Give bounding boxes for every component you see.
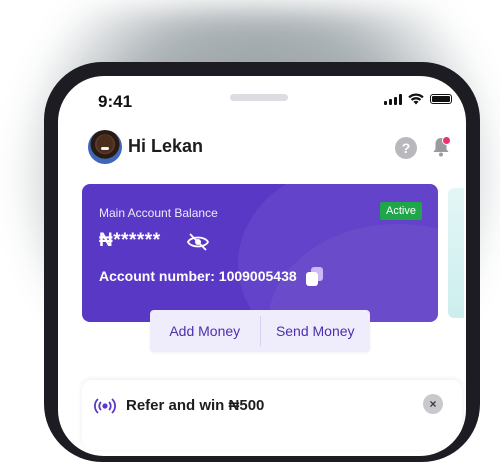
add-money-button[interactable]: Add Money (150, 323, 260, 339)
greeting: Hi Lekan (128, 136, 204, 156)
battery-icon (430, 94, 452, 104)
wifi-icon (408, 93, 424, 105)
copy-icon[interactable] (304, 265, 326, 287)
status-badge: Active (380, 202, 422, 220)
balance-card: Main Account Balance Active ₦****** Acco… (82, 184, 438, 322)
status-time: 9:41 (98, 92, 133, 111)
balance-amount: ₦****** (99, 230, 161, 251)
broadcast-icon (94, 398, 116, 414)
status-icons (384, 93, 452, 105)
account-number: Account number: 1009005438 (99, 268, 297, 284)
app-screen: 9:41 Hi Lekan ? Main Account Balance Act… (58, 76, 466, 456)
money-actions: Add Money Send Money (150, 310, 370, 352)
eye-off-icon[interactable] (186, 232, 210, 252)
avatar[interactable] (88, 130, 122, 164)
send-money-button[interactable]: Send Money (261, 323, 371, 339)
bell-icon[interactable] (431, 136, 451, 158)
close-icon[interactable]: × (423, 394, 443, 414)
signal-icon (384, 93, 402, 105)
speaker-notch (230, 94, 288, 101)
balance-label: Main Account Balance (99, 206, 218, 220)
referral-text: Refer and win ₦500 (126, 397, 265, 414)
next-card-peek (448, 188, 464, 318)
referral-banner[interactable]: Refer and win ₦500 × (82, 380, 462, 450)
notification-dot (442, 136, 451, 145)
help-icon[interactable]: ? (395, 137, 417, 159)
